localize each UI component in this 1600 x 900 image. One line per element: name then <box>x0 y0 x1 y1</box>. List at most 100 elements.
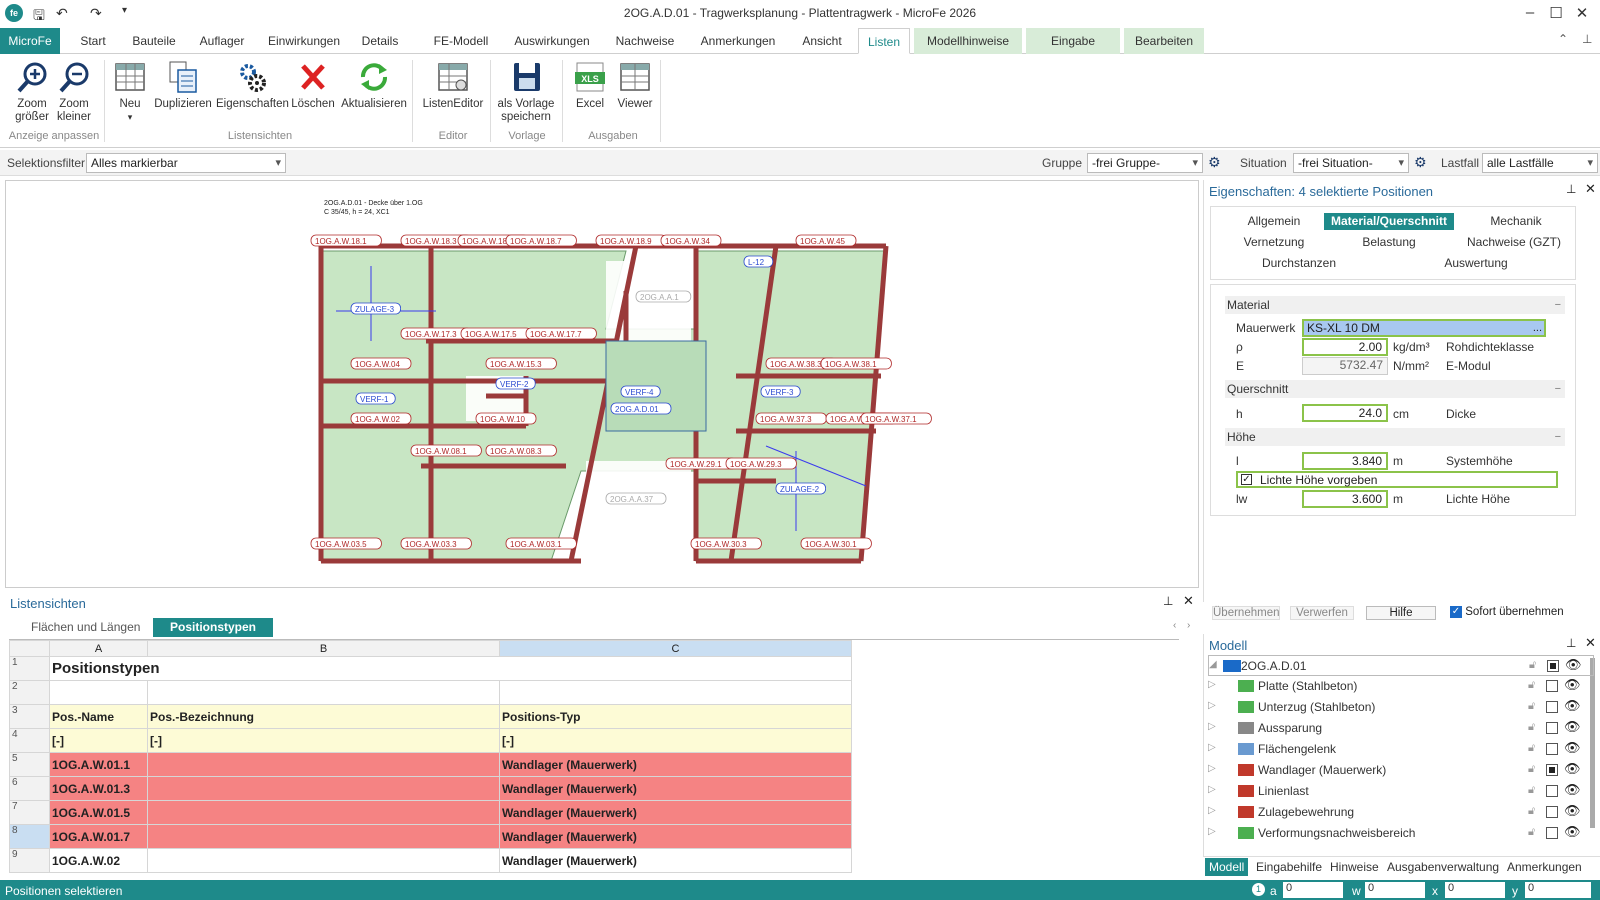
tab-positionstypen[interactable]: Positionstypen <box>153 618 273 637</box>
lock-icon[interactable]: 🔓︎ <box>1529 659 1536 672</box>
unit-cell[interactable]: [-] <box>147 728 500 753</box>
pin-icon[interactable]: ⊥ <box>1582 32 1592 46</box>
sofort-uebernehmen[interactable]: ✓ Sofort übernehmen <box>1450 606 1564 618</box>
drawing-view[interactable]: 2OG.A.D.01 - Decke über 1.OG C 35/45, h … <box>5 180 1199 588</box>
unit-cell[interactable]: [-] <box>49 728 148 753</box>
expand-icon[interactable]: ▷ <box>1208 805 1216 816</box>
tab-belastung[interactable]: Belastung <box>1344 235 1434 249</box>
position-label[interactable]: L-12 <box>748 258 765 267</box>
vorlage-button[interactable]: als Vorlage speichern <box>494 60 560 124</box>
tree-item[interactable]: ▷ Flächengelenk 🔓︎ 👁︎ <box>1208 739 1594 760</box>
tab-bearbeiten[interactable]: Bearbeiten <box>1124 28 1204 54</box>
l-field[interactable]: 3.840 <box>1302 452 1388 470</box>
position-label[interactable]: 1OG.A.W.45 <box>800 237 845 246</box>
x-field[interactable]: 0 <box>1445 882 1505 898</box>
cell[interactable] <box>49 680 148 705</box>
position-label[interactable]: 1OG.A.W.17.7 <box>530 330 582 339</box>
position-label[interactable]: 1OG.A.W.18.9 <box>600 237 652 246</box>
table-row[interactable]: 4 [-] [-] [-] <box>9 728 852 753</box>
cell-positions-typ[interactable]: Wandlager (Mauerwerk) <box>499 800 852 825</box>
position-label[interactable]: 2OG.A.A.1 <box>640 293 679 302</box>
scroll-left-icon[interactable]: ‹ <box>1173 620 1176 631</box>
spreadsheet-grid[interactable]: A B C 1 Positionstypen 2 3 Pos.-Name Pos… <box>9 639 1179 879</box>
rho-field[interactable]: 2.00 <box>1302 338 1388 356</box>
y-field[interactable]: 0 <box>1525 882 1591 898</box>
expand-icon[interactable]: ▷ <box>1208 721 1216 732</box>
gruppe-settings-icon[interactable]: ⚙ <box>1208 154 1221 171</box>
mauerwerk-field[interactable]: KS-XL 10 DM ... <box>1302 319 1546 337</box>
tab-nachweise[interactable]: Nachweise <box>610 28 680 54</box>
position-label[interactable]: 1OG.A.W.29.1 <box>670 460 722 469</box>
cell-pos-name[interactable]: 1OG.A.W.01.1 <box>49 752 148 777</box>
select-checkbox[interactable] <box>1546 827 1558 839</box>
position-label[interactable]: 1OG.A.W.04 <box>355 360 400 369</box>
visibility-eye-icon[interactable]: 👁︎ <box>1565 657 1582 673</box>
position-label[interactable]: 1OG.A.W.18.3 <box>405 237 457 246</box>
pin-icon[interactable]: ⊥ <box>1566 182 1576 196</box>
position-label[interactable]: 1OG.A.W.18.1 <box>315 237 367 246</box>
position-label[interactable]: 2OG.A.A.37 <box>610 495 654 504</box>
tab-start[interactable]: Start <box>70 28 116 54</box>
tab-details[interactable]: Details <box>356 28 404 54</box>
position-label[interactable]: 1OG.A.W.37.3 <box>760 415 812 424</box>
position-label[interactable]: 1OG.A.W.34 <box>665 237 710 246</box>
table-row[interactable]: 7 1OG.A.W.01.5 Wandlager (Mauerwerk) <box>9 800 852 825</box>
position-label[interactable]: 1OG.A.W.38.1 <box>825 360 877 369</box>
tab-fe-modell[interactable]: FE-Modell <box>426 28 496 54</box>
corner-cell[interactable] <box>9 640 50 657</box>
position-label[interactable]: 1OG.A.W.08.3 <box>490 447 542 456</box>
cell-pos-bezeichnung[interactable] <box>147 824 500 849</box>
cell-positions-typ[interactable]: Wandlager (Mauerwerk) <box>499 848 852 873</box>
tree-item[interactable]: ▷ Zulagebewehrung 🔓︎ 👁︎ <box>1208 802 1594 823</box>
tab-allgemein[interactable]: Allgemein <box>1234 214 1314 228</box>
close-icon[interactable]: ✕ <box>1562 4 1600 22</box>
a-field[interactable]: 0 <box>1283 882 1343 898</box>
structural-drawing[interactable]: 2OG.A.D.01 - Decke über 1.OG C 35/45, h … <box>6 181 1199 588</box>
tab-durchstanzen[interactable]: Durchstanzen <box>1254 256 1344 270</box>
lichte-hoehe-checkbox[interactable]: ✓ <box>1241 474 1252 485</box>
cell-pos-name[interactable]: 1OG.A.W.01.5 <box>49 800 148 825</box>
visibility-eye-icon[interactable]: 👁︎ <box>1564 782 1581 798</box>
lock-icon[interactable]: 🔓︎ <box>1528 700 1535 713</box>
scroll-right-icon[interactable]: › <box>1187 620 1190 631</box>
viewer-button[interactable]: Viewer <box>612 60 658 111</box>
w-field[interactable]: 0 <box>1365 882 1425 898</box>
cell-positions-typ[interactable]: Wandlager (Mauerwerk) <box>499 752 852 777</box>
position-label[interactable]: 1OG.A.W.15.3 <box>490 360 542 369</box>
position-label[interactable]: ZULAGE-2 <box>780 485 820 494</box>
tree-root[interactable]: ◢ 2OG.A.D.01 🔓︎ 👁︎ <box>1208 655 1594 676</box>
position-label[interactable]: 1OG.A.W.02 <box>355 415 400 424</box>
row-header[interactable]: 9 <box>9 848 50 873</box>
position-label[interactable]: 1OG.A.W.08.1 <box>415 447 467 456</box>
lock-icon[interactable]: 🔓︎ <box>1528 826 1535 839</box>
pin-icon[interactable]: ⊥ <box>1566 636 1576 650</box>
expand-icon[interactable]: ▷ <box>1208 742 1216 753</box>
visibility-eye-icon[interactable]: 👁︎ <box>1564 803 1581 819</box>
tab-auflager[interactable]: Auflager <box>192 28 252 54</box>
tree-item[interactable]: ▷ Wandlager (Mauerwerk) 🔓︎ 👁︎ <box>1208 760 1594 781</box>
position-label[interactable]: 1OG.A.W.18.7 <box>510 237 562 246</box>
close-icon[interactable]: ✕ <box>1183 593 1194 609</box>
position-label[interactable]: VERF-1 <box>360 395 389 404</box>
select-checkbox[interactable] <box>1546 806 1558 818</box>
cell-positions-typ[interactable]: Wandlager (Mauerwerk) <box>499 824 852 849</box>
neu-button[interactable]: Neu ▾ <box>110 60 150 124</box>
sofort-checkbox[interactable]: ✓ <box>1450 606 1462 618</box>
excel-button[interactable]: XLS Excel <box>568 60 612 111</box>
cell-pos-bezeichnung[interactable] <box>147 800 500 825</box>
tab-auswertung[interactable]: Auswertung <box>1426 256 1526 270</box>
table-row[interactable]: 1 Positionstypen <box>9 656 852 681</box>
visibility-eye-icon[interactable]: 👁︎ <box>1564 761 1581 777</box>
select-checkbox[interactable] <box>1546 680 1558 692</box>
hilfe-button[interactable]: Hilfe <box>1366 606 1436 620</box>
lock-icon[interactable]: 🔓︎ <box>1528 721 1535 734</box>
cell[interactable] <box>147 680 500 705</box>
table-row[interactable]: 3 Pos.-Name Pos.-Bezeichnung Positions-T… <box>9 704 852 729</box>
cell-pos-bezeichnung[interactable] <box>147 776 500 801</box>
tab-bauteile[interactable]: Bauteile <box>126 28 182 54</box>
cell-pos-name[interactable]: 1OG.A.W.01.3 <box>49 776 148 801</box>
zoom-in-button[interactable]: Zoom größer <box>12 60 54 124</box>
collapse-ribbon-icon[interactable]: ⌃ <box>1558 32 1568 46</box>
position-label[interactable]: 2OG.A.D.01 <box>615 405 659 414</box>
expand-icon[interactable]: ▷ <box>1208 826 1216 837</box>
